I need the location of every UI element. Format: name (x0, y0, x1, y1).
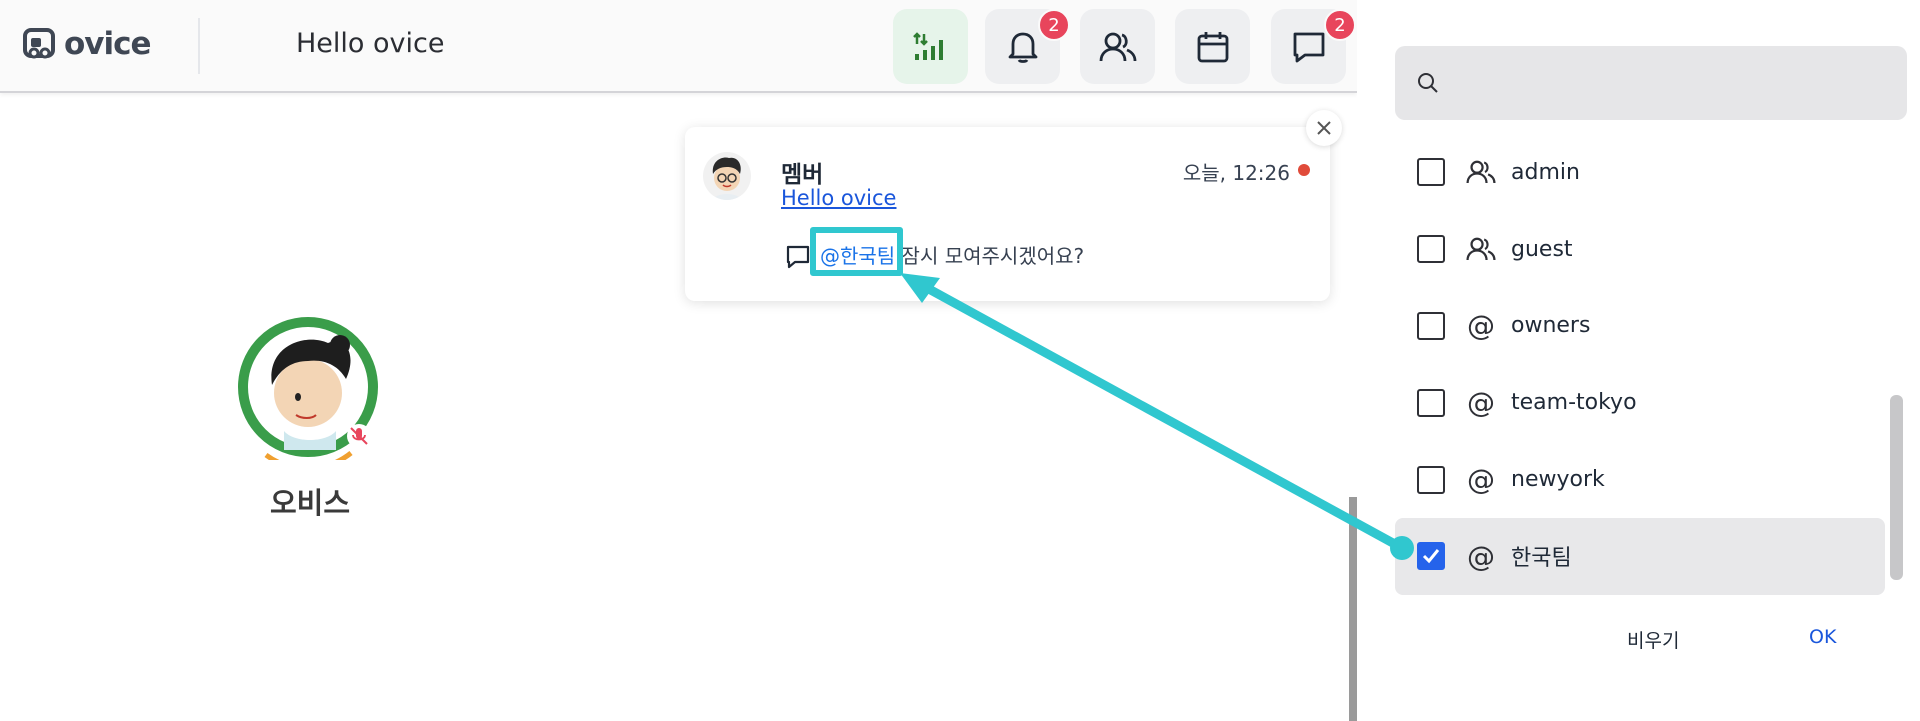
checkbox[interactable] (1417, 235, 1445, 264)
checkbox[interactable] (1417, 158, 1445, 187)
mention-group-panel: admin guest @ owners @ team-tokyo @ newy… (1357, 0, 1920, 721)
message-time: 오늘, 12:26 (1182, 161, 1290, 185)
bell-icon (1008, 32, 1037, 63)
chat-icon (1293, 32, 1324, 62)
checkbox-checked[interactable] (1417, 542, 1445, 571)
calendar-icon (1197, 31, 1228, 62)
at-icon: @ (1467, 539, 1495, 573)
group-label: owners (1511, 313, 1591, 339)
at-icon: @ (1467, 309, 1495, 343)
space-title: Hello ovice (296, 28, 445, 59)
connection-status-button[interactable] (893, 9, 968, 84)
mic-muted-icon (347, 424, 371, 448)
group-label: 한국팀 (1511, 546, 1572, 572)
group-item-newyork[interactable]: @ newyork (1395, 441, 1885, 518)
users-icon (1465, 233, 1497, 265)
sender-avatar-image (712, 157, 741, 200)
calendar-button[interactable] (1175, 9, 1250, 84)
checkbox[interactable] (1417, 465, 1445, 494)
group-label: newyork (1511, 467, 1605, 493)
group-search-input[interactable] (1453, 71, 1883, 95)
message-body: 잠시 모여주시겠어요? (895, 244, 1085, 268)
group-item-owners[interactable]: @ owners (1395, 288, 1885, 365)
ok-button[interactable]: OK (1809, 626, 1836, 648)
group-item-admin[interactable]: admin (1395, 134, 1885, 211)
main-scrollbar[interactable] (1349, 497, 1357, 721)
group-label: guest (1511, 236, 1573, 262)
notifications-button[interactable]: 2 (985, 9, 1070, 84)
users-icon (1099, 32, 1136, 61)
at-icon: @ (1467, 463, 1495, 497)
header-divider (198, 18, 200, 74)
checkmark-icon (1422, 549, 1440, 564)
notifications-badge: 2 (1038, 9, 1070, 41)
group-list: admin guest @ owners @ team-tokyo @ newy… (1395, 134, 1885, 595)
main-area: ovice Hello ovice 2 2 멤버 Hello ovice 오늘,… (0, 0, 1357, 721)
user-avatar[interactable] (236, 315, 381, 471)
search-icon (1418, 73, 1438, 93)
sender-name: 멤버 (781, 162, 824, 188)
group-search-box[interactable] (1395, 46, 1907, 120)
ovice-logo[interactable]: ovice (22, 24, 152, 64)
logo-text: ovice (64, 26, 152, 62)
message-icon (786, 245, 810, 269)
group-item-guest[interactable]: guest (1395, 211, 1885, 288)
mention-highlight-box (810, 227, 903, 276)
close-notification-button[interactable] (1306, 110, 1342, 146)
at-icon: @ (1467, 386, 1495, 420)
group-label: admin (1511, 159, 1580, 185)
group-label: team-tokyo (1511, 390, 1637, 416)
chat-notification-card[interactable]: 멤버 Hello ovice 오늘, 12:26 @한국팀 잠시 모여주시겠어요… (685, 127, 1330, 301)
ovice-logo-icon (23, 28, 55, 59)
users-icon (1465, 156, 1497, 188)
clear-button[interactable]: 비우기 (1627, 626, 1679, 653)
top-header: ovice Hello ovice 2 2 (0, 0, 1357, 93)
chat-button[interactable]: 2 (1271, 9, 1356, 84)
panel-scrollbar[interactable] (1890, 395, 1903, 580)
checkbox[interactable] (1417, 388, 1445, 417)
unread-dot (1298, 164, 1310, 176)
group-item-korea-team[interactable]: @ 한국팀 (1395, 517, 1885, 595)
group-item-team-tokyo[interactable]: @ team-tokyo (1395, 364, 1885, 441)
space-link[interactable]: Hello ovice (781, 186, 896, 210)
chat-badge: 2 (1324, 9, 1356, 41)
sender-avatar (703, 152, 751, 200)
close-icon (1317, 121, 1331, 135)
members-button[interactable] (1080, 9, 1155, 84)
user-name: 오비스 (269, 486, 351, 520)
checkbox[interactable] (1417, 311, 1445, 340)
signal-icon (912, 31, 943, 60)
